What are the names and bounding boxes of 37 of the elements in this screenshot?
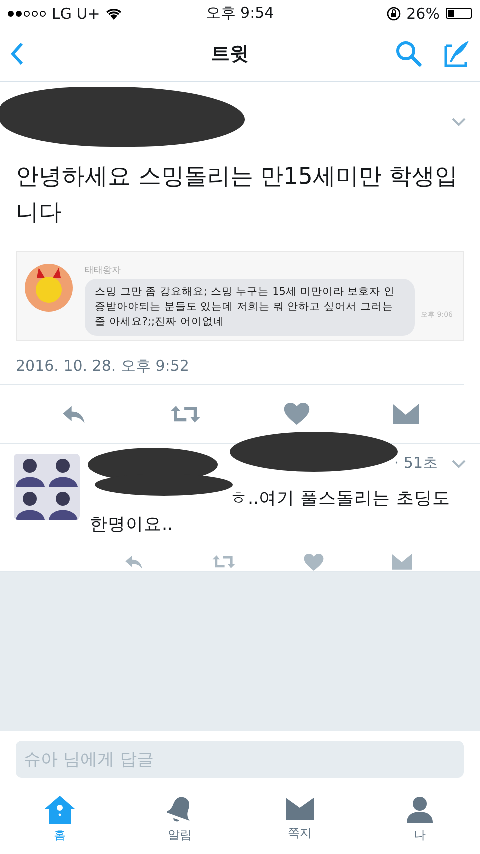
envelope-icon	[286, 796, 314, 822]
heart-icon[interactable]	[304, 554, 324, 571]
compose-icon[interactable]	[444, 40, 470, 68]
reply-time: · 51초	[394, 454, 438, 473]
person-icon	[406, 796, 434, 824]
chevron-icon[interactable]	[452, 118, 466, 126]
message-icon[interactable]	[392, 404, 419, 424]
tab-item[interactable]: 알림	[120, 792, 240, 854]
chat-message: 스밍 그만 좀 강요해요; 스밍 누구는 15세 미만이라 보호자 인증받아야되는 분들도 있는데 저희는 뭐 안하고 싶어서 그러는 줄 아세요?;;진짜 어이없네	[85, 279, 415, 336]
reply-icon[interactable]	[61, 404, 88, 424]
retweet-icon[interactable]	[212, 554, 236, 570]
tab-item[interactable]: 쪽지	[240, 792, 360, 854]
tab-item[interactable]: 나	[360, 792, 480, 854]
reply-text: ㅎ..여기 풀스돌리는 초딩도 한명이요..	[90, 488, 452, 537]
rotation-lock-icon	[386, 6, 401, 20]
character-avatar-icon	[25, 264, 73, 312]
battery-icon	[446, 8, 472, 19]
user-avatar-icon	[14, 454, 80, 520]
tab-item[interactable]: 홈	[0, 792, 120, 854]
carrier-name: LG U+	[52, 4, 100, 22]
message-icon[interactable]	[392, 554, 412, 570]
home-icon	[45, 796, 75, 824]
heart-icon[interactable]	[284, 402, 310, 426]
reply-icon[interactable]	[124, 554, 144, 570]
reply-field[interactable]: 슈아 님에게 답글	[16, 741, 464, 778]
search-icon[interactable]	[396, 41, 422, 67]
tweet-date: 2016. 10. 28. 오후 9:52	[16, 357, 190, 376]
retweet-icon[interactable]	[170, 404, 202, 424]
sender-name: 태태왕자	[85, 265, 122, 277]
clock-time: 오후 9:54	[206, 4, 274, 23]
tweet-text: 안녕하세요 스밍돌리는 만15세미만 학생입니다	[15, 163, 460, 228]
battery-percent: 26%	[406, 4, 440, 22]
back-icon[interactable]	[10, 42, 24, 66]
chevron-icon[interactable]	[452, 460, 466, 468]
screen-title: 트윗	[210, 42, 250, 67]
wifi-icon	[106, 8, 122, 20]
signal-icon	[8, 10, 46, 16]
